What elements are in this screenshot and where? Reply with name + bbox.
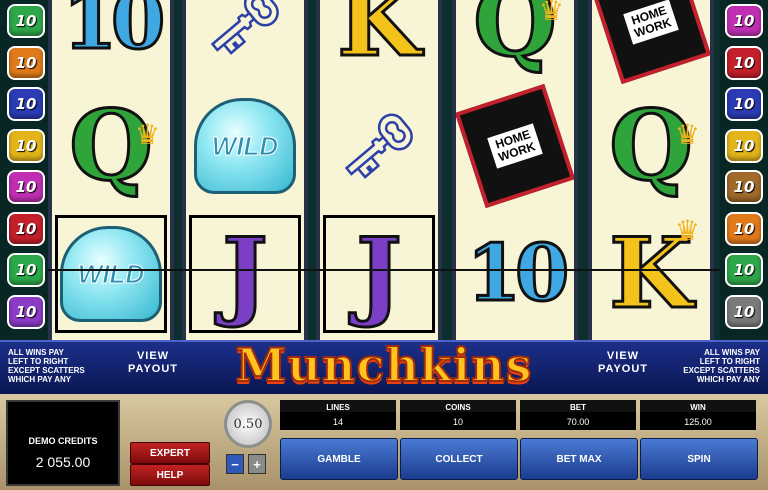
right-line-indicator[interactable]: 10 (725, 211, 763, 246)
coins-value: 10 (452, 417, 463, 427)
help-button[interactable]: HELP (130, 464, 210, 486)
win-value: 125.00 (684, 417, 712, 427)
coins-display: COINS 10 (400, 400, 516, 430)
crown-icon: ♛ (134, 119, 160, 150)
gamble-button[interactable]: GAMBLE (280, 438, 398, 480)
card-j-symbol: J (355, 217, 403, 330)
reel-symbol: Q ♛ (456, 0, 574, 84)
reel-symbol: K♛ (320, 0, 438, 84)
right-line-indicator[interactable]: 10 (725, 170, 763, 204)
wild-dome-icon: WILD (60, 226, 162, 322)
homework-label: HOME WORK (487, 123, 543, 169)
reel-symbol: 🗝 (320, 84, 438, 208)
coin-decrease-button[interactable]: − (226, 454, 244, 474)
left-line-indicator[interactable]: 10 (7, 87, 45, 121)
bet-label: BET (520, 400, 636, 412)
spin-button[interactable]: SPIN (640, 438, 758, 480)
win-display: WIN 125.00 (640, 400, 756, 430)
bet-value: 70.00 (566, 417, 590, 427)
lines-value: 14 (332, 417, 343, 427)
card-k-symbol: K (336, 0, 422, 78)
left-line-indicator[interactable]: 10 (7, 253, 45, 287)
crown-icon: ♛ (674, 119, 700, 150)
bet-display: BET 70.00 (520, 400, 636, 430)
reel-symbol: Q ♛ (52, 84, 170, 208)
crown-icon: ♛ (674, 215, 700, 246)
left-line-indicator[interactable]: 10 (7, 128, 45, 163)
reel-symbol: Q ♛ (592, 84, 710, 208)
reel-1: 10 Q ♛ WILD (48, 0, 174, 340)
reel-5: HOME WORK Q ♛ K ♛ (588, 0, 714, 340)
reel-symbol: 10 (52, 0, 170, 84)
winning-payline (48, 269, 720, 271)
keys-icon: 🗝 (338, 109, 420, 182)
homework-book-icon: HOME WORK (592, 0, 710, 85)
reel-symbol: K♛ (592, 212, 710, 336)
keys-icon: 🗝 (204, 0, 286, 58)
homework-label: HOME WORK (623, 0, 679, 45)
credits-value: 2 055.00 (35, 454, 91, 470)
reels-area: 10 10 10 10 10 10 10 10 10 10 10 10 10 10 10 10 10 Q ♛ WI… (0, 0, 768, 340)
crown-icon: ♛ (538, 0, 564, 26)
card-j-symbol: J (221, 217, 269, 330)
view-payout-button-left[interactable]: VIEW PAYOUT (128, 350, 178, 376)
reel-symbol: J (320, 212, 438, 336)
left-line-indicator[interactable]: 10 (7, 4, 45, 38)
reel-symbol: WILD (186, 84, 304, 208)
card-10-symbol: 10 (61, 0, 167, 67)
wild-label: WILD (211, 130, 279, 161)
rules-text-left: ALL WINS PAY LEFT TO RIGHT EXCEPT SCATTE… (8, 348, 85, 384)
wild-dome-icon: WILD (194, 98, 296, 194)
wild-label: WILD (77, 258, 145, 289)
right-line-indicator[interactable]: 10 (725, 87, 763, 121)
rules-text-right: ALL WINS PAY LEFT TO RIGHT EXCEPT SCATTE… (683, 348, 760, 384)
right-line-indicator[interactable]: 10 (725, 45, 763, 80)
left-line-indicator[interactable]: 10 (7, 211, 45, 246)
view-payout-button-right[interactable]: VIEW PAYOUT (598, 350, 648, 376)
title-banner: ALL WINS PAY LEFT TO RIGHT EXCEPT SCATTE… (0, 337, 768, 396)
right-line-indicator[interactable]: 10 (725, 128, 763, 163)
left-line-indicator[interactable]: 10 (7, 294, 45, 329)
coins-label: COINS (400, 400, 516, 412)
coin-increase-button[interactable]: + (248, 454, 266, 474)
lines-display: LINES 14 (280, 400, 396, 430)
control-console: DEMO CREDITS 2 055.00 EXPERT HELP 0.50 −… (0, 394, 768, 490)
reel-2: 🗝 WILD J (182, 0, 308, 340)
reel-4: Q ♛ HOME WORK 10 (452, 0, 578, 340)
homework-book-icon: HOME WORK (456, 83, 574, 209)
reel-symbol: 10 (456, 212, 574, 336)
lines-label: LINES (280, 400, 396, 412)
left-line-indicator[interactable]: 10 (7, 170, 45, 204)
right-line-indicators: 10 10 10 10 10 10 10 10 (720, 0, 768, 340)
reel-symbol: 🗝 (186, 0, 304, 84)
credits-label: DEMO CREDITS (28, 436, 98, 446)
win-label: WIN (640, 400, 756, 412)
credits-display: DEMO CREDITS 2 055.00 (6, 400, 120, 486)
expert-button[interactable]: EXPERT (130, 442, 210, 464)
right-line-indicator[interactable]: 10 (725, 294, 763, 329)
right-line-indicator[interactable]: 10 (725, 253, 763, 287)
collect-button[interactable]: COLLECT (400, 438, 518, 480)
reel-symbol: J (186, 212, 304, 336)
reel-symbol: HOME WORK (456, 83, 574, 209)
reel-3: K♛ 🗝 J (316, 0, 442, 340)
left-line-indicators: 10 10 10 10 10 10 10 10 (0, 0, 48, 340)
coin-value-chip: 0.50 (224, 400, 272, 448)
left-line-indicator[interactable]: 10 (7, 45, 45, 80)
reel-symbol: HOME WORK (592, 0, 710, 85)
reel-symbol: WILD (52, 212, 170, 336)
game-logo: Munchkins (235, 337, 533, 393)
right-line-indicator[interactable]: 10 (725, 4, 763, 38)
card-10-symbol: 10 (465, 228, 571, 319)
bet-max-button[interactable]: BET MAX (520, 438, 638, 480)
